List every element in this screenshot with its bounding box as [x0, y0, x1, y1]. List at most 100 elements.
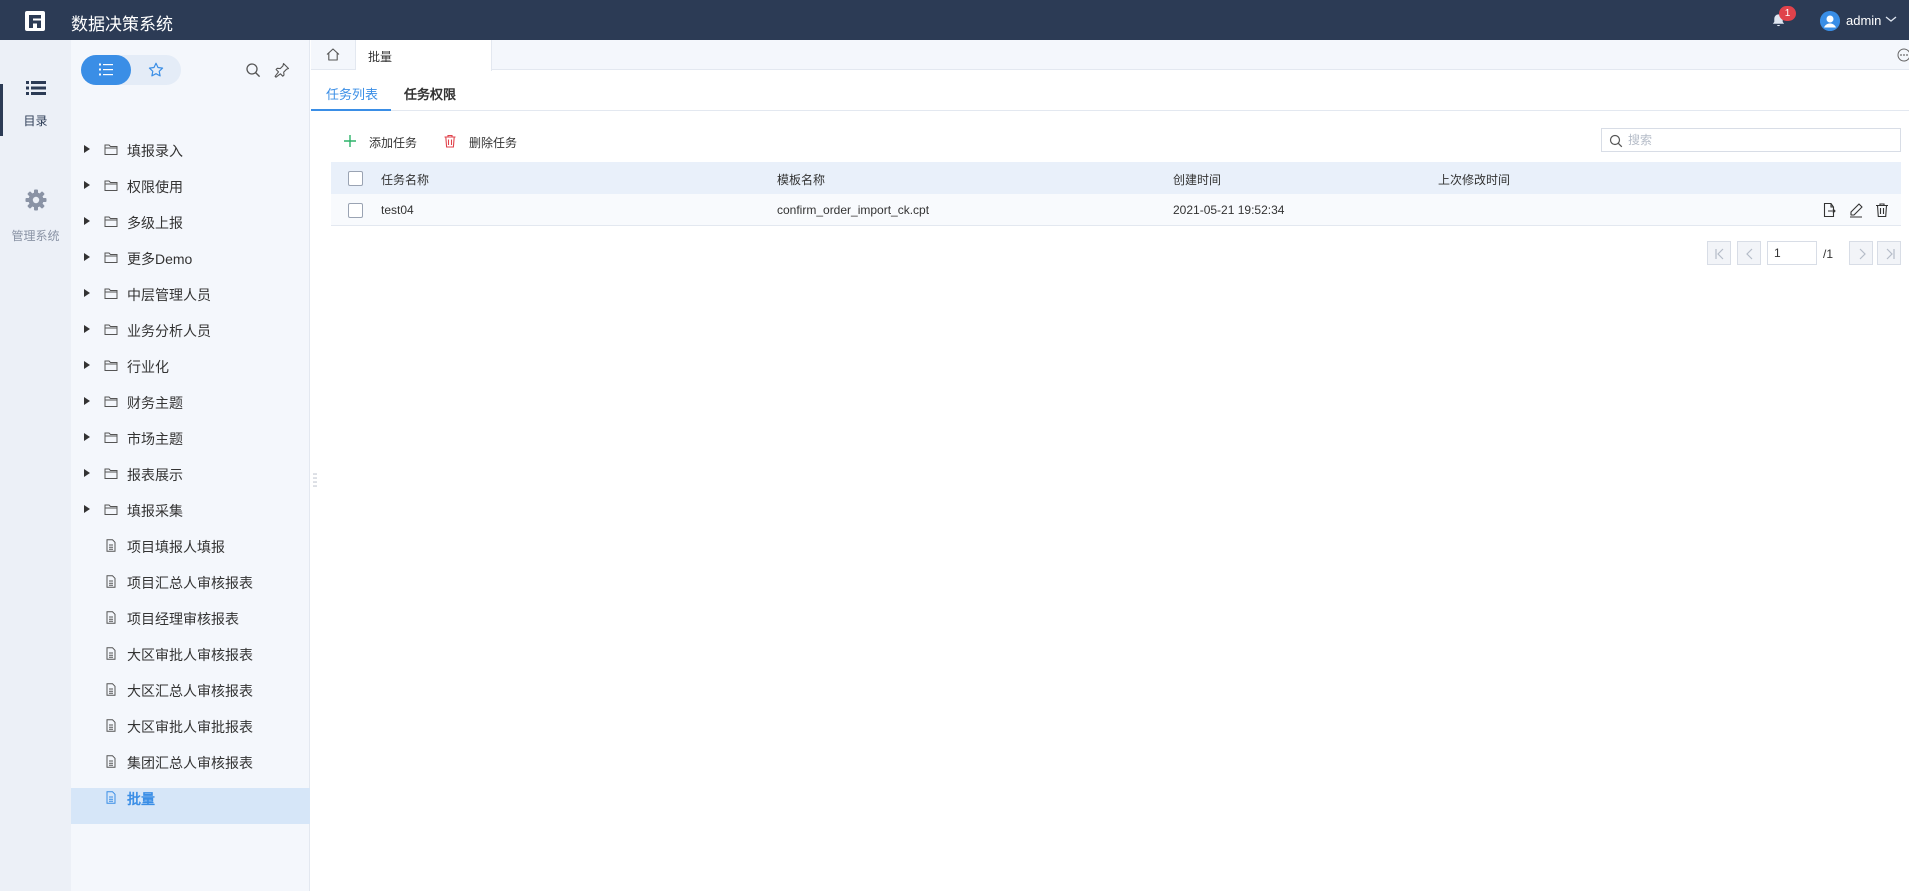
tree-folder-item[interactable]: 填报录入 [71, 140, 310, 176]
caret-right-icon[interactable] [83, 144, 91, 154]
column-header-template[interactable]: 模板名称 [777, 171, 825, 188]
tree-item-label: 项目经理审核报表 [127, 611, 239, 627]
chevron-down-icon[interactable] [1885, 14, 1897, 24]
column-header-task-name[interactable]: 任务名称 [381, 171, 429, 188]
folder-icon [104, 468, 118, 479]
avatar[interactable] [1820, 11, 1840, 31]
tree-folder-item[interactable]: 报表展示 [71, 464, 310, 500]
select-all-checkbox[interactable] [348, 171, 363, 186]
prev-page-button[interactable] [1737, 241, 1761, 265]
tree-folder-item[interactable]: 中层管理人员 [71, 284, 310, 320]
tree-file-item[interactable]: 大区汇总人审核报表 [71, 680, 310, 716]
page-total: /1 [1823, 247, 1834, 261]
row-checkbox[interactable] [348, 203, 363, 218]
tree-folder-item[interactable]: 行业化 [71, 356, 310, 392]
tree-item-label: 财务主题 [127, 395, 183, 411]
last-page-icon [1886, 248, 1895, 260]
caret-right-icon[interactable] [83, 252, 91, 262]
column-header-modified[interactable]: 上次修改时间 [1438, 171, 1510, 188]
tree-folder-item[interactable]: 市场主题 [71, 428, 310, 464]
document-icon [106, 647, 116, 660]
tab-task-permission[interactable]: 任务权限 [404, 84, 456, 103]
chevron-right-icon [1859, 248, 1866, 260]
tree-item-label: 多级上报 [127, 215, 183, 231]
caret-right-icon[interactable] [83, 504, 91, 514]
tree-file-item[interactable]: 项目经理审核报表 [71, 608, 310, 644]
tree-folder-item[interactable]: 业务分析人员 [71, 320, 310, 356]
tree-item-label: 批量 [127, 791, 155, 807]
export-icon[interactable] [1821, 202, 1837, 218]
document-icon [106, 755, 116, 768]
tree-item-label: 大区审批人审批报表 [127, 719, 253, 735]
task-name-cell: test04 [381, 203, 414, 217]
tree-item-label: 大区汇总人审核报表 [127, 683, 253, 699]
directory-tree: 填报录入 权限使用多级上报更多Demo 中层管理人员业务分析人员 行业化财务主题市场主… [71, 140, 310, 824]
search-icon [1609, 134, 1623, 148]
next-page-button[interactable] [1849, 241, 1873, 265]
last-page-button[interactable] [1877, 241, 1901, 265]
app-logo-icon[interactable] [24, 10, 46, 32]
search-input[interactable] [1628, 131, 1888, 149]
app-title: 数据决策系统 [71, 15, 173, 34]
pagination: /1 [1707, 241, 1901, 265]
task-search-box[interactable] [1601, 128, 1901, 152]
tree-file-item[interactable]: 项目填报人填报 [71, 536, 310, 572]
caret-right-icon[interactable] [83, 396, 91, 406]
notification-badge[interactable]: 1 [1779, 6, 1796, 21]
folder-icon [104, 288, 118, 299]
caret-right-icon[interactable] [83, 432, 91, 442]
rail-item-directory[interactable]: 目录 [0, 80, 71, 129]
caret-right-icon[interactable] [83, 360, 91, 370]
caret-right-icon[interactable] [83, 468, 91, 478]
pin-icon[interactable] [274, 62, 290, 78]
home-icon [326, 48, 340, 61]
tree-folder-item[interactable]: 财务主题 [71, 392, 310, 428]
trash-icon[interactable] [1874, 202, 1890, 218]
username[interactable]: admin [1846, 13, 1881, 28]
rail-item-admin[interactable]: 管理系统 [0, 189, 71, 244]
panel-resize-handle[interactable] [313, 472, 317, 488]
view-toggle [81, 55, 181, 85]
search-icon[interactable] [245, 62, 261, 78]
tree-folder-item[interactable]: 填报采集 [71, 500, 310, 536]
home-tab[interactable] [311, 40, 356, 70]
chevron-left-icon [1746, 248, 1753, 260]
tree-item-label: 大区审批人审核报表 [127, 647, 253, 663]
tree-file-item[interactable]: 项目汇总人审核报表 [71, 572, 310, 608]
task-table: 任务名称 模板名称 创建时间 上次修改时间 test04 confirm_ord… [331, 162, 1901, 226]
caret-right-icon[interactable] [83, 216, 91, 226]
tree-folder-item[interactable]: 更多Demo [71, 248, 310, 284]
tab-batch[interactable]: 批量 [356, 40, 492, 71]
page-number-input[interactable] [1767, 241, 1817, 265]
column-header-created[interactable]: 创建时间 [1173, 171, 1221, 188]
first-page-button[interactable] [1707, 241, 1731, 265]
star-icon [148, 62, 164, 77]
table-header: 任务名称 模板名称 创建时间 上次修改时间 [331, 162, 1901, 194]
folder-icon [104, 144, 118, 155]
caret-right-icon[interactable] [83, 324, 91, 334]
tree-folder-item[interactable]: 权限使用 [71, 176, 310, 212]
tab-strip: 批量 [311, 40, 1909, 71]
gear-icon [25, 189, 46, 211]
toggle-list-button[interactable] [81, 55, 131, 85]
tree-item-label: 更多Demo [127, 251, 193, 267]
tree-item-label: 报表展示 [127, 467, 183, 483]
table-row[interactable]: test04 confirm_order_import_ck.cpt 2021-… [331, 194, 1901, 226]
caret-right-icon[interactable] [83, 180, 91, 190]
template-cell: confirm_order_import_ck.cpt [777, 203, 930, 217]
tree-item-label: 中层管理人员 [127, 287, 211, 303]
more-icon[interactable] [1897, 48, 1909, 62]
tree-file-item[interactable]: 大区审批人审批报表 [71, 716, 310, 752]
left-rail: 目录 管理系统 [0, 40, 71, 891]
list-icon [99, 63, 113, 76]
tree-file-item[interactable]: 大区审批人审核报表 [71, 644, 310, 680]
rail-item-label: 管理系统 [11, 229, 60, 243]
tree-folder-item[interactable]: 多级上报 [71, 212, 310, 248]
tree-file-item[interactable]: 批量 [71, 788, 310, 824]
caret-right-icon[interactable] [83, 288, 91, 298]
tree-file-item[interactable]: 集团汇总人审核报表 [71, 752, 310, 788]
edit-icon[interactable] [1848, 202, 1864, 218]
active-tab-indicator [311, 109, 391, 111]
tab-task-list[interactable]: 任务列表 [326, 84, 378, 103]
document-icon [106, 683, 116, 696]
